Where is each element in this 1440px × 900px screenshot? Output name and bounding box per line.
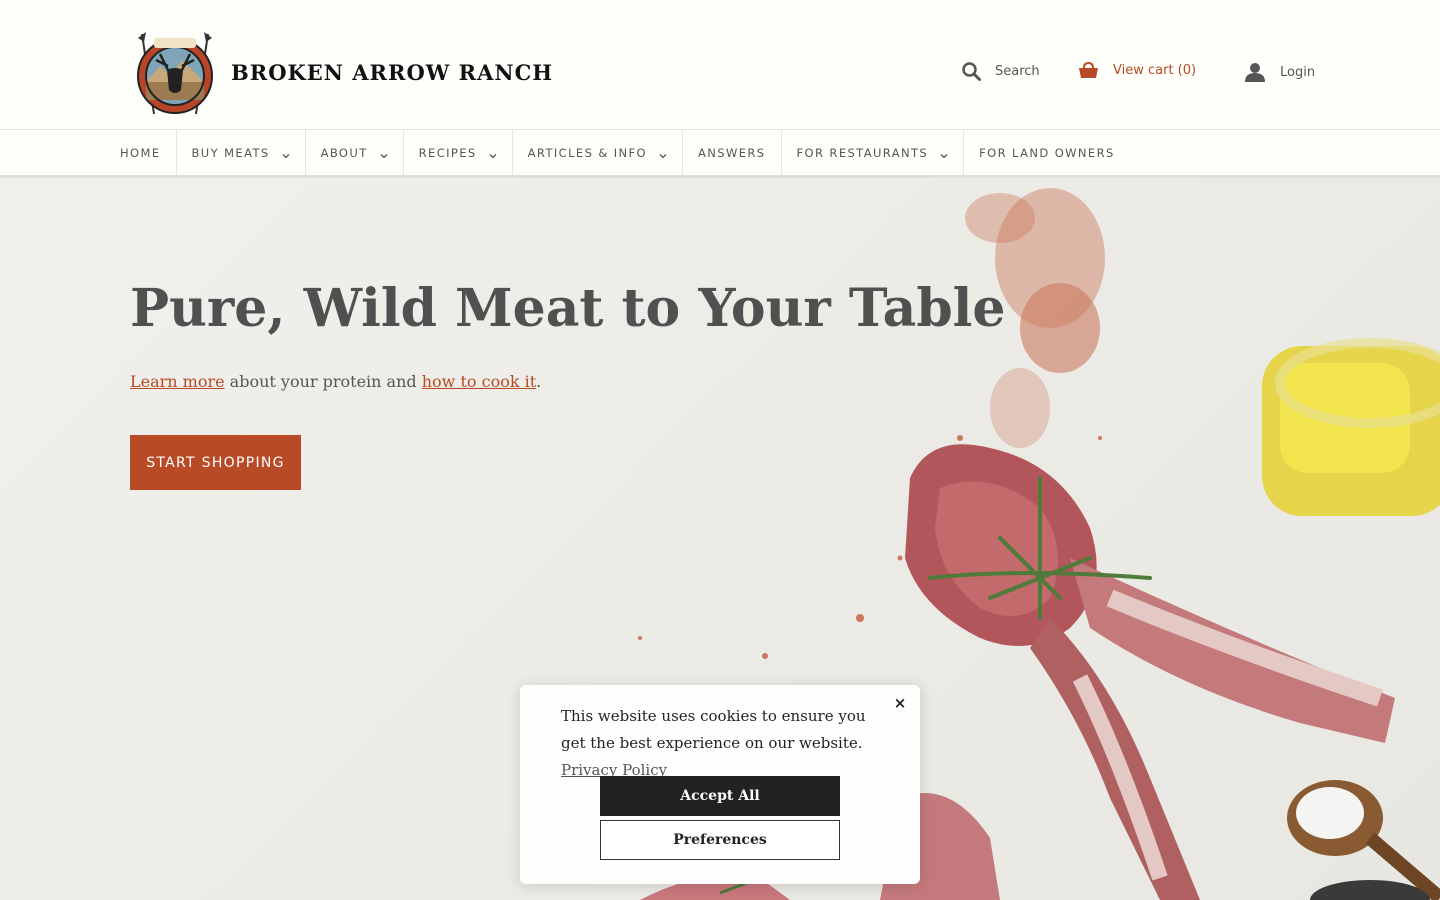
login-label: Login bbox=[1280, 64, 1316, 80]
nav-item-answers[interactable]: ANSWERS bbox=[683, 130, 782, 176]
preferences-button[interactable]: Preferences bbox=[600, 820, 840, 860]
how-to-cook-link[interactable]: how to cook it bbox=[422, 372, 536, 391]
nav-item-for-land-owners[interactable]: FOR LAND OWNERS bbox=[964, 130, 1130, 176]
chevron-down-icon bbox=[380, 149, 388, 159]
search-label: Search bbox=[995, 64, 1040, 79]
nav-item-recipes[interactable]: RECIPES bbox=[404, 130, 513, 176]
cart-icon bbox=[1078, 62, 1099, 79]
nav-item-label: FOR LAND OWNERS bbox=[979, 146, 1115, 160]
nav-item-label: ARTICLES & INFO bbox=[527, 146, 648, 160]
nav-item-for-restaurants[interactable]: FOR RESTAURANTS bbox=[782, 130, 965, 176]
nav-item-label: HOME bbox=[120, 146, 161, 160]
subline-text-1: about your protein and bbox=[224, 372, 422, 391]
nav-item-articles-info[interactable]: ARTICLES & INFO bbox=[513, 130, 684, 176]
hero-subline: Learn more about your protein and how to… bbox=[130, 372, 541, 391]
cart-label: View cart (0) bbox=[1113, 63, 1197, 78]
nav-item-about[interactable]: ABOUT bbox=[306, 130, 404, 176]
brand-name[interactable]: BROKEN ARROW RANCH bbox=[231, 60, 553, 85]
nav-item-buy-meats[interactable]: BUY MEATS bbox=[177, 130, 306, 176]
nav-item-label: ANSWERS bbox=[698, 146, 766, 160]
chevron-down-icon bbox=[282, 149, 290, 159]
cookie-consent-popup: × This website uses cookies to ensure yo… bbox=[520, 685, 920, 884]
nav-item-label: ABOUT bbox=[320, 146, 368, 160]
chevron-down-icon bbox=[659, 149, 667, 159]
nav-item-home[interactable]: HOME bbox=[105, 130, 177, 176]
chevron-down-icon bbox=[489, 149, 497, 159]
chevron-down-icon bbox=[940, 149, 948, 159]
logo-emblem-icon[interactable] bbox=[132, 30, 218, 118]
close-icon[interactable]: × bbox=[892, 694, 908, 712]
start-shopping-button[interactable]: START SHOPPING bbox=[130, 435, 301, 490]
cookie-message-text: This website uses cookies to ensure you … bbox=[561, 707, 866, 752]
learn-more-link[interactable]: Learn more bbox=[130, 372, 225, 391]
main-nav: HOME BUY MEATS ABOUT RECIPES ARTICLES & … bbox=[0, 130, 1440, 178]
hero-headline: Pure, Wild Meat to Your Table bbox=[130, 278, 1006, 339]
cookie-message: This website uses cookies to ensure you … bbox=[561, 703, 891, 784]
login-link[interactable]: Login bbox=[1244, 62, 1315, 82]
user-icon bbox=[1244, 62, 1266, 82]
nav-item-label: RECIPES bbox=[418, 146, 477, 160]
search-icon bbox=[962, 62, 981, 81]
nav-item-label: FOR RESTAURANTS bbox=[796, 146, 929, 160]
search-link[interactable]: Search bbox=[962, 62, 1040, 81]
site-header: BROKEN ARROW RANCH Search View cart (0) … bbox=[0, 0, 1440, 130]
subline-text-2: . bbox=[536, 372, 542, 391]
view-cart-link[interactable]: View cart (0) bbox=[1078, 62, 1196, 79]
nav-item-label: BUY MEATS bbox=[191, 146, 270, 160]
accept-all-button[interactable]: Accept All bbox=[600, 776, 840, 816]
